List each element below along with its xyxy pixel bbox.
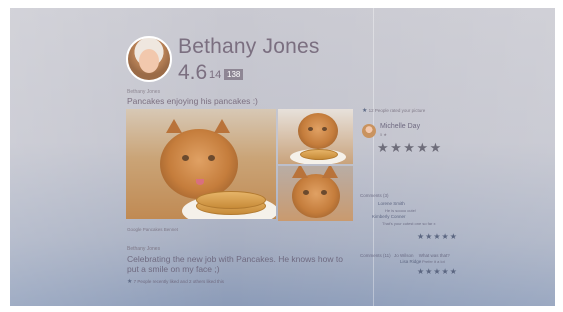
cat-head — [160, 129, 238, 199]
post-title: Pancakes enjoying his pancakes :) — [127, 96, 258, 106]
comment-author: Jo Wilson — [393, 253, 414, 258]
cat-ear — [322, 166, 338, 178]
profile-rating: 4.6 — [178, 61, 208, 84]
cat-ear — [214, 119, 230, 133]
post2-body: Celebrating the new job with Pancakes. H… — [127, 254, 343, 274]
comment-name: Lorene Smith — [378, 201, 405, 206]
cat-eye — [182, 155, 189, 161]
comment-text: He is soooo cute! — [385, 208, 416, 213]
cat-eye — [308, 127, 313, 131]
photo-side-top[interactable] — [278, 109, 353, 164]
cat-eye — [321, 190, 327, 195]
cat-ear — [292, 166, 308, 178]
cat-eye — [208, 155, 215, 161]
cat-head — [298, 113, 338, 149]
comment-stars[interactable]: ★★★★★ — [417, 232, 458, 241]
cat-tongue — [196, 179, 204, 185]
like-summary-text: 12 People rated your picture — [368, 108, 426, 113]
cat-eye — [303, 190, 309, 195]
comment-text: Prefer it a lot — [422, 259, 445, 264]
photo-caption: Google Pancakes Bennet — [127, 227, 179, 232]
cat-head — [292, 174, 340, 218]
profile-name: Bethany Jones — [178, 35, 320, 58]
star-icon: ★ — [127, 279, 133, 285]
reviewer-sub: 5 ★ — [380, 132, 387, 137]
cat-ear — [166, 119, 182, 133]
post-author: Bethany Jones — [127, 89, 161, 95]
profile-rating-count: 14 — [209, 69, 222, 81]
comment-text: That's your cutest one so far x — [382, 221, 436, 226]
comment-stars[interactable]: ★★★★★ — [417, 267, 458, 276]
comment-text: What was that? — [418, 253, 450, 258]
photo-side-bottom[interactable] — [278, 166, 353, 221]
rating-badge: 138 — [224, 69, 244, 80]
column-divider — [373, 8, 374, 306]
reviewer-avatar[interactable] — [362, 124, 376, 138]
pancake — [300, 149, 338, 160]
cat-eye — [322, 127, 327, 131]
comments-header-2: Comments (11) Jo Wilson What was that? — [360, 253, 450, 258]
comments-count: Comments (11) — [360, 253, 391, 258]
photo-main[interactable] — [126, 109, 276, 219]
post2-author: Bethany Jones — [127, 246, 161, 252]
comments-header: Comments (3) — [360, 193, 389, 198]
post2-meta-text: 7 People recently liked and 2 others lik… — [133, 279, 224, 284]
comment-name: Kimberly Conner — [372, 214, 406, 219]
comment-author: Lisa Ridge — [400, 259, 422, 264]
star-icon: ★ — [362, 108, 368, 114]
profile-avatar[interactable] — [126, 36, 172, 82]
avatar-face — [139, 49, 159, 73]
smart-tv-screen: Bethany Jones 4.6 14 138 Bethany Jones P… — [10, 8, 555, 306]
pancake — [196, 191, 266, 209]
post2-meta: ★ 7 People recently liked and 2 others l… — [127, 278, 224, 285]
reviewer-name: Michelle Day — [380, 123, 421, 130]
reviewer-stars[interactable]: ★★★★★ — [377, 140, 443, 156]
like-summary: ★ 12 People rated your picture — [362, 107, 425, 114]
